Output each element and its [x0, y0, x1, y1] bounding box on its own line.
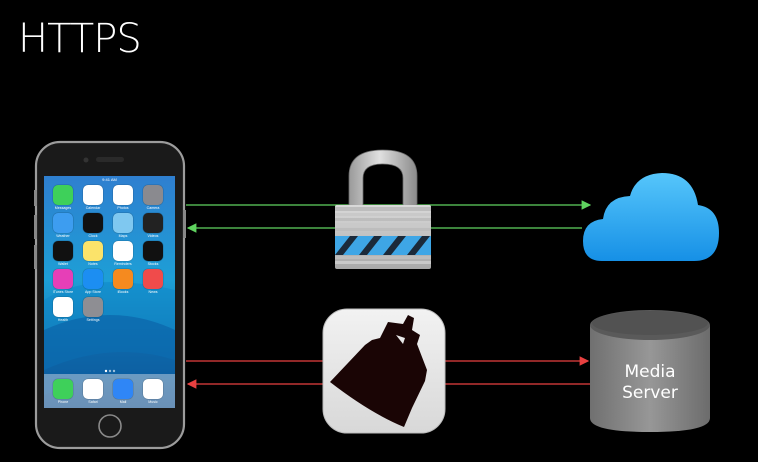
app-notes[interactable]: Notes: [82, 241, 104, 271]
app-itunes-store[interactable]: iTunes Store: [52, 269, 74, 299]
camera-icon: [143, 185, 163, 205]
app-label: Maps: [118, 234, 128, 238]
app-app-store[interactable]: App Store: [82, 269, 104, 299]
status-bar-time: 9:41 AM: [102, 177, 117, 182]
app-wallet[interactable]: Wallet: [52, 241, 74, 271]
app-label: App Store: [85, 290, 101, 294]
news-icon: [143, 269, 163, 289]
app-label: Stocks: [147, 262, 159, 266]
iphone-home-screen: 9:41 AM Messages Calendar Photos Camera Weath…: [44, 176, 175, 408]
eavesdropper-icon: [322, 308, 446, 434]
media-server-label: Media Server: [622, 362, 678, 403]
messages-icon: [53, 185, 73, 205]
reminders-icon: [113, 241, 133, 261]
stocks-icon: [143, 241, 163, 261]
padlock-icon: [335, 149, 431, 269]
dock-mail[interactable]: Mail: [112, 379, 134, 409]
safari-icon: [83, 379, 103, 399]
app-label: Calendar: [85, 206, 101, 210]
app-health[interactable]: Health: [52, 297, 74, 327]
photos-icon: [113, 185, 133, 205]
app-messages[interactable]: Messages: [52, 185, 74, 215]
app-stocks[interactable]: Stocks: [142, 241, 164, 271]
app-label: Messages: [54, 206, 72, 210]
app-label: iTunes Store: [52, 290, 74, 294]
appstore-icon: [83, 269, 103, 289]
app-maps[interactable]: Maps: [112, 213, 134, 243]
calendar-icon: [83, 185, 103, 205]
app-ibooks[interactable]: iBooks: [112, 269, 134, 299]
app-label: Photos: [117, 206, 129, 210]
dock-phone[interactable]: Phone: [52, 379, 74, 409]
app-label: Music: [148, 400, 158, 404]
health-icon: [53, 297, 73, 317]
app-label: Safari: [88, 400, 98, 404]
weather-icon: [53, 213, 73, 233]
app-label: Phone: [57, 400, 69, 404]
app-clock[interactable]: Clock: [82, 213, 104, 243]
app-reminders[interactable]: Reminders: [112, 241, 134, 271]
app-photos[interactable]: Photos: [112, 185, 134, 215]
app-camera[interactable]: Camera: [142, 185, 164, 215]
app-label: Videos: [147, 234, 159, 238]
app-label: Health: [57, 318, 69, 322]
settings-icon: [83, 297, 103, 317]
app-label: News: [148, 290, 158, 294]
music-icon: [143, 379, 163, 399]
phone-icon: [53, 379, 73, 399]
app-label: Settings: [86, 318, 100, 322]
notes-icon: [83, 241, 103, 261]
app-news[interactable]: News: [142, 269, 164, 299]
app-calendar[interactable]: Calendar: [82, 185, 104, 215]
dock-safari[interactable]: Safari: [82, 379, 104, 409]
app-settings[interactable]: Settings: [82, 297, 104, 327]
app-label: Clock: [88, 234, 98, 238]
maps-icon: [113, 213, 133, 233]
dock-music[interactable]: Music: [142, 379, 164, 409]
app-videos[interactable]: Videos: [142, 213, 164, 243]
app-label: Weather: [56, 234, 70, 238]
app-label: Mail: [119, 400, 127, 404]
clock-icon: [83, 213, 103, 233]
itunes-icon: [53, 269, 73, 289]
videos-icon: [143, 213, 163, 233]
ibooks-icon: [113, 269, 133, 289]
app-label: iBooks: [117, 290, 129, 294]
app-label: Notes: [88, 262, 98, 266]
wallet-icon: [53, 241, 73, 261]
cloud-icon: [583, 173, 719, 261]
app-weather[interactable]: Weather: [52, 213, 74, 243]
app-label: Wallet: [58, 262, 68, 266]
mail-icon: [113, 379, 133, 399]
app-label: Reminders: [114, 262, 132, 266]
app-label: Camera: [146, 206, 160, 210]
